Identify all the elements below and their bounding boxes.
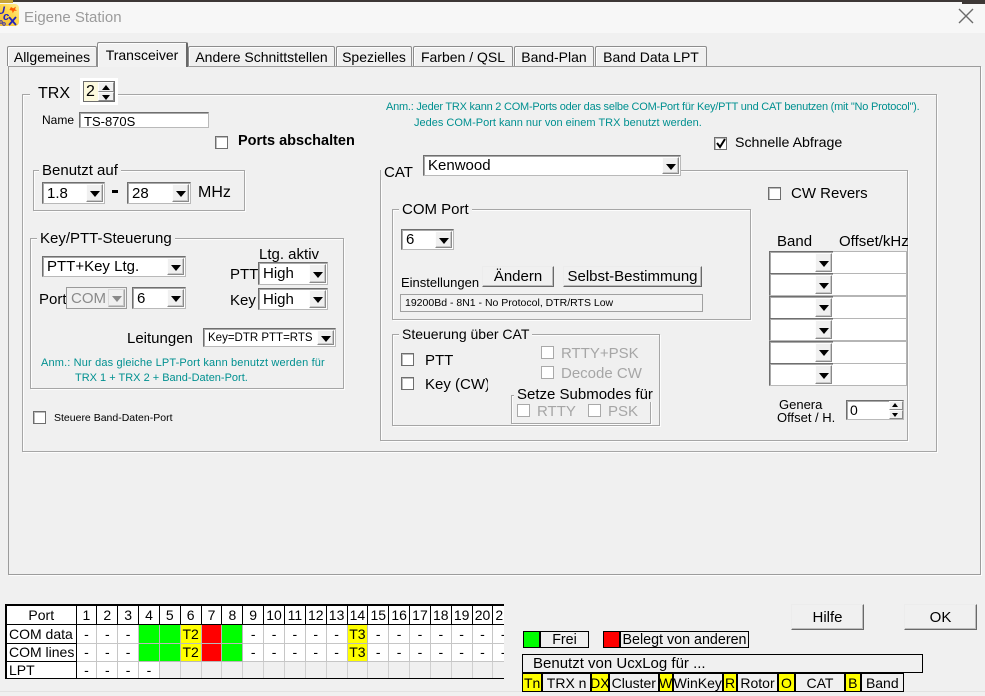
svg-text:c: c	[3, 11, 9, 23]
